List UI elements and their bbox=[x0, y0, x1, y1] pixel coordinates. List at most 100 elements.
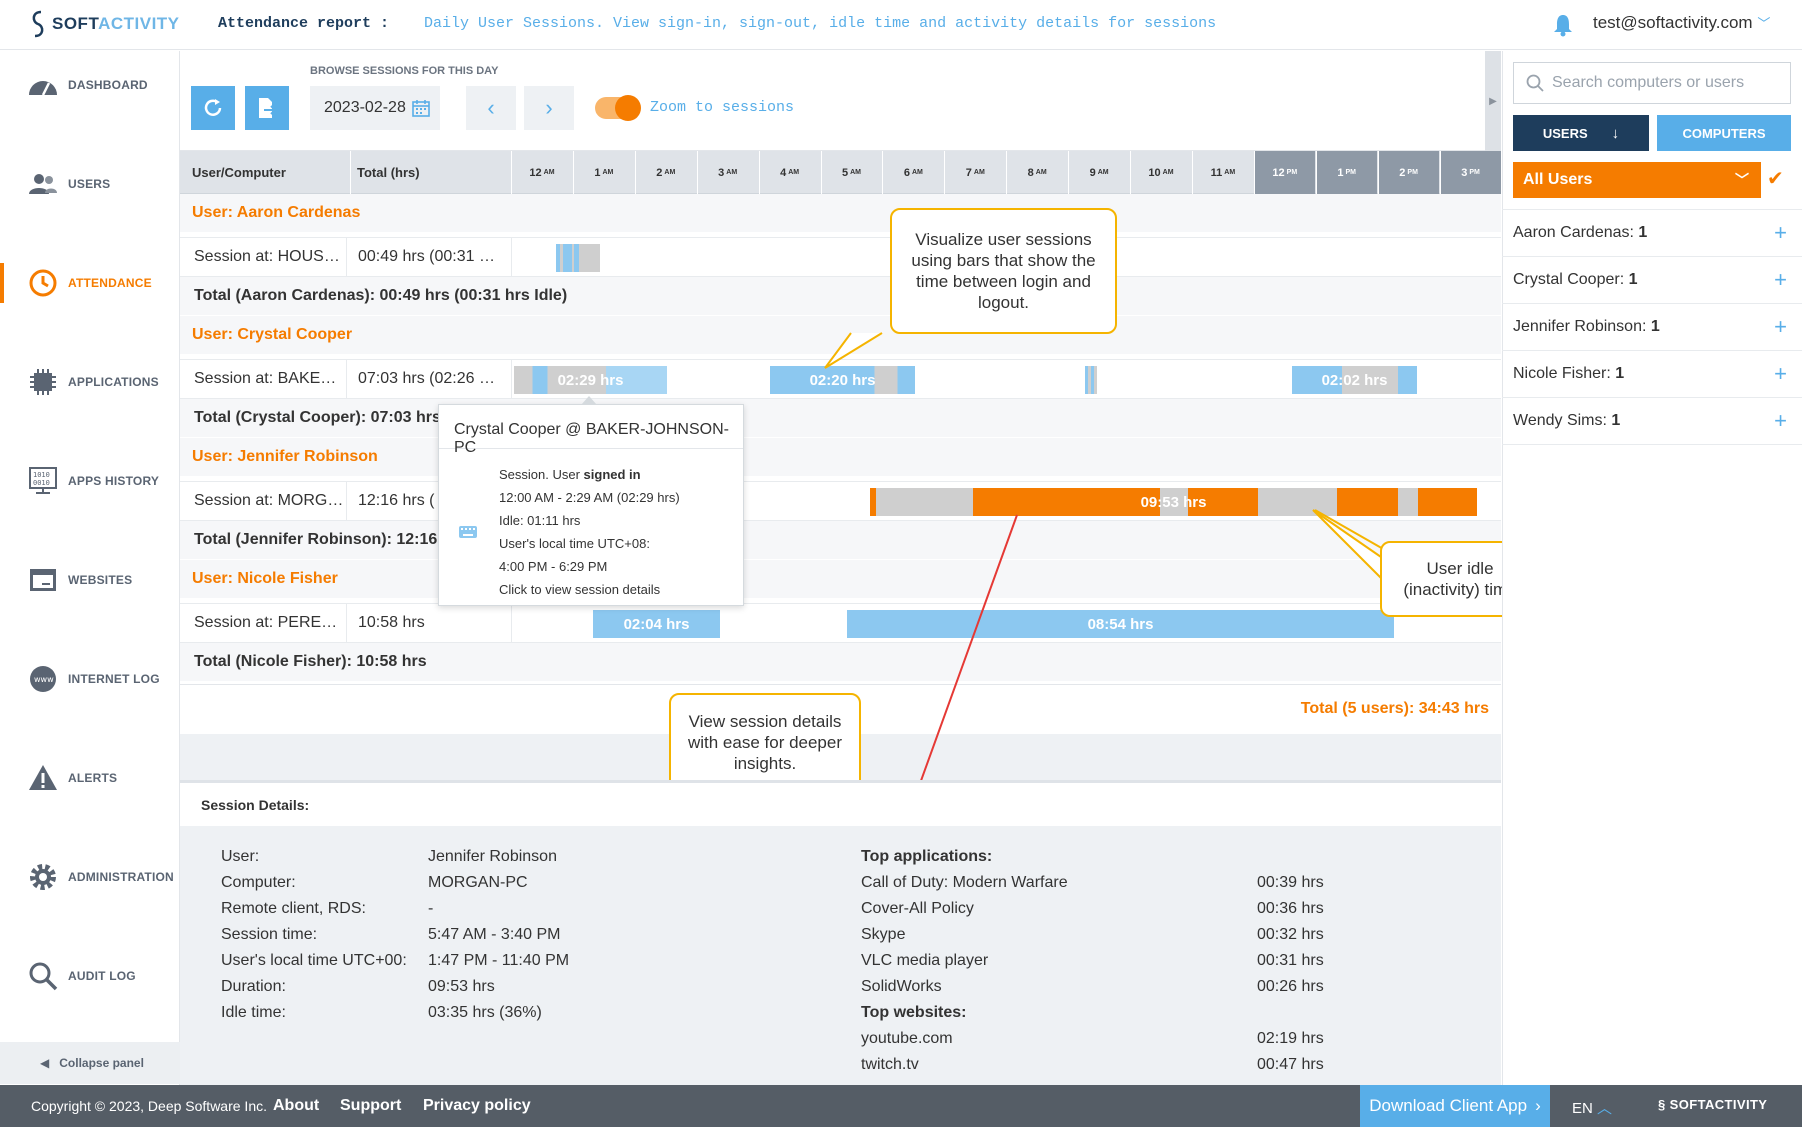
session-row[interactable]: Session at: MORG… 12:16 hrs ( 09:53 hrs bbox=[180, 481, 1501, 522]
hour-column-header: 6 AM bbox=[882, 151, 943, 194]
alerts-icon bbox=[26, 761, 60, 795]
session-computer: Session at: BAKE… bbox=[194, 370, 337, 387]
next-day-button[interactable]: › bbox=[524, 86, 574, 130]
session-bar[interactable] bbox=[556, 244, 600, 272]
search-input[interactable]: Search computers or users bbox=[1513, 62, 1791, 104]
add-icon[interactable]: + bbox=[1774, 220, 1787, 246]
collapse-panel-button[interactable]: ◀ Collapse panel bbox=[0, 1042, 180, 1084]
copyright-text: Copyright © 2023, Deep Software Inc. bbox=[31, 1098, 267, 1114]
session-total: 00:49 hrs (00:31 … bbox=[358, 248, 495, 265]
session-row[interactable]: Session at: PERE… 10:58 hrs 02:04 hrs 08… bbox=[180, 603, 1501, 644]
sidebar-item-apps-history[interactable]: 1010 0010 APPS HISTORY bbox=[0, 461, 180, 501]
hour-column-header: 12 AM bbox=[511, 151, 572, 194]
apply-filter-check-icon[interactable]: ✔ bbox=[1767, 166, 1784, 191]
detail-value: 1:47 PM - 11:40 PM bbox=[428, 952, 570, 969]
timeline-header: User/Computer Total (hrs) 12 AM 1 AM 2 AM 3 AM 4… bbox=[180, 151, 1501, 194]
session-bar[interactable]: 02:20 hrs bbox=[770, 366, 915, 394]
session-bar[interactable]: 08:54 hrs bbox=[847, 610, 1394, 638]
collapse-right-panel-button[interactable]: ▶ bbox=[1485, 51, 1501, 151]
user-list-item[interactable]: Aaron Cardenas: 1 + bbox=[1502, 210, 1802, 257]
footer: Copyright © 2023, Deep Software Inc. Abo… bbox=[0, 1085, 1802, 1127]
add-icon[interactable]: + bbox=[1774, 267, 1787, 293]
app-time: 00:26 hrs bbox=[1257, 978, 1324, 995]
user-row-aaron-cardenas[interactable]: User: Aaron Cardenas bbox=[180, 194, 1501, 232]
gear-icon bbox=[26, 860, 60, 894]
computers-tab-button[interactable]: COMPUTERS bbox=[1657, 115, 1791, 151]
user-filter-select[interactable]: All Users ﹀ bbox=[1513, 162, 1761, 198]
column-total-hrs: Total (hrs) bbox=[357, 165, 420, 180]
download-client-app-button[interactable]: Download Client App › bbox=[1360, 1085, 1550, 1127]
user-row-jennifer-robinson[interactable]: User: Jennifer Robinson bbox=[180, 438, 1501, 476]
bell-icon[interactable] bbox=[1552, 13, 1574, 37]
detail-key: Remote client, RDS: bbox=[221, 900, 366, 917]
logo-mark-icon: § bbox=[1658, 1097, 1670, 1112]
softactivity-logo[interactable]: SOFTACTIVITY bbox=[28, 10, 180, 38]
sidebar-item-applications[interactable]: APPLICATIONS bbox=[0, 362, 180, 402]
user-list-item[interactable]: Wendy Sims: 1 + bbox=[1502, 398, 1802, 445]
svg-text:1010: 1010 bbox=[33, 471, 50, 479]
app-time: 00:31 hrs bbox=[1257, 952, 1324, 969]
session-total: 12:16 hrs ( bbox=[358, 492, 435, 509]
session-bar[interactable]: 02:04 hrs bbox=[593, 610, 720, 638]
hour-column-header: 1 PM bbox=[1315, 151, 1377, 194]
app-name: VLC media player bbox=[861, 952, 989, 969]
websites-icon bbox=[26, 563, 60, 597]
session-bar[interactable] bbox=[1085, 366, 1097, 394]
dashboard-icon bbox=[26, 68, 60, 102]
user-row-crystal-cooper[interactable]: User: Crystal Cooper bbox=[180, 316, 1501, 354]
users-tab-button[interactable]: USERS ↓ bbox=[1513, 115, 1649, 151]
support-link[interactable]: Support bbox=[340, 1097, 401, 1115]
sidebar-item-users[interactable]: USERS bbox=[0, 164, 180, 204]
add-icon[interactable]: + bbox=[1774, 314, 1787, 340]
session-row[interactable]: Session at: BAKE… 07:03 hrs (02:26 … 02:… bbox=[180, 359, 1501, 400]
sidebar-item-dashboard[interactable]: DASHBOARD bbox=[0, 65, 180, 105]
hour-column-header: 7 AM bbox=[944, 151, 1005, 194]
chevron-down-icon: ﹀ bbox=[1757, 16, 1771, 31]
user-list-item[interactable]: Nicole Fisher: 1 + bbox=[1502, 351, 1802, 398]
session-bar[interactable]: 02:02 hrs bbox=[1292, 366, 1417, 394]
user-row-nicole-fisher[interactable]: User: Nicole Fisher bbox=[180, 560, 1501, 598]
detail-key: User: bbox=[221, 848, 260, 865]
session-tooltip[interactable]: Crystal Cooper @ BAKER-JOHNSON-PC Sessio… bbox=[438, 396, 744, 606]
app-time: 00:32 hrs bbox=[1257, 926, 1324, 943]
sidebar-item-websites[interactable]: WEBSITES bbox=[0, 560, 180, 600]
refresh-icon bbox=[204, 99, 222, 116]
website-name: youtube.com bbox=[861, 1030, 953, 1047]
report-subtitle: Daily User Sessions. View sign-in, sign-… bbox=[424, 15, 1217, 32]
footer-logo[interactable]: § SOFTACTIVITY bbox=[1658, 1097, 1767, 1112]
session-bar[interactable]: 02:29 hrs bbox=[514, 366, 667, 394]
date-picker[interactable]: 2023-02-28 bbox=[310, 86, 440, 130]
zoom-toggle[interactable] bbox=[595, 95, 641, 121]
grand-total: Total (5 users): 34:43 hrs bbox=[1300, 700, 1489, 717]
detail-value: Jennifer Robinson bbox=[428, 848, 557, 865]
hour-column-header: 1 AM bbox=[572, 151, 634, 194]
hour-column-header: 3 AM bbox=[696, 151, 758, 194]
session-details-heading: Session Details: bbox=[180, 780, 1501, 826]
hour-column-header: 4 AM bbox=[758, 151, 820, 194]
internet-log-icon: www bbox=[26, 662, 60, 696]
add-icon[interactable]: + bbox=[1774, 408, 1787, 434]
sidebar-item-audit-log[interactable]: AUDIT LOG bbox=[0, 956, 180, 996]
previous-day-button[interactable]: ‹ bbox=[466, 86, 516, 130]
session-row[interactable]: Session at: HOUS… 00:49 hrs (00:31 … bbox=[180, 237, 1501, 278]
language-selector[interactable]: EN ︿ bbox=[1572, 1097, 1612, 1118]
add-icon[interactable]: + bbox=[1774, 361, 1787, 387]
sidebar-item-internet-log[interactable]: www INTERNET LOG bbox=[0, 659, 180, 699]
sidebar-item-administration[interactable]: ADMINISTRATION bbox=[0, 857, 180, 897]
user-list-item[interactable]: Crystal Cooper: 1 + bbox=[1502, 257, 1802, 304]
sidebar-item-attendance[interactable]: ATTENDANCE bbox=[0, 263, 180, 303]
sidebar-item-alerts[interactable]: ALERTS bbox=[0, 758, 180, 798]
chevron-left-icon: ◀ bbox=[40, 1056, 50, 1070]
user-list-item[interactable]: Jennifer Robinson: 1 + bbox=[1502, 304, 1802, 351]
attendance-icon bbox=[26, 266, 60, 300]
refresh-button[interactable] bbox=[191, 86, 235, 130]
session-computer: Session at: PERE… bbox=[194, 614, 338, 631]
privacy-policy-link[interactable]: Privacy policy bbox=[423, 1097, 531, 1115]
export-button[interactable] bbox=[245, 86, 289, 130]
tooltip-link[interactable]: Click to view session details bbox=[499, 582, 660, 597]
session-bar-selected[interactable]: 09:53 hrs bbox=[870, 488, 1477, 516]
callout-session-bars: Visualize user sessions using bars that … bbox=[890, 208, 1117, 334]
user-menu[interactable]: test@softactivity.com ﹀ bbox=[1593, 13, 1770, 33]
detail-value: - bbox=[428, 900, 434, 917]
about-link[interactable]: About bbox=[273, 1097, 319, 1115]
